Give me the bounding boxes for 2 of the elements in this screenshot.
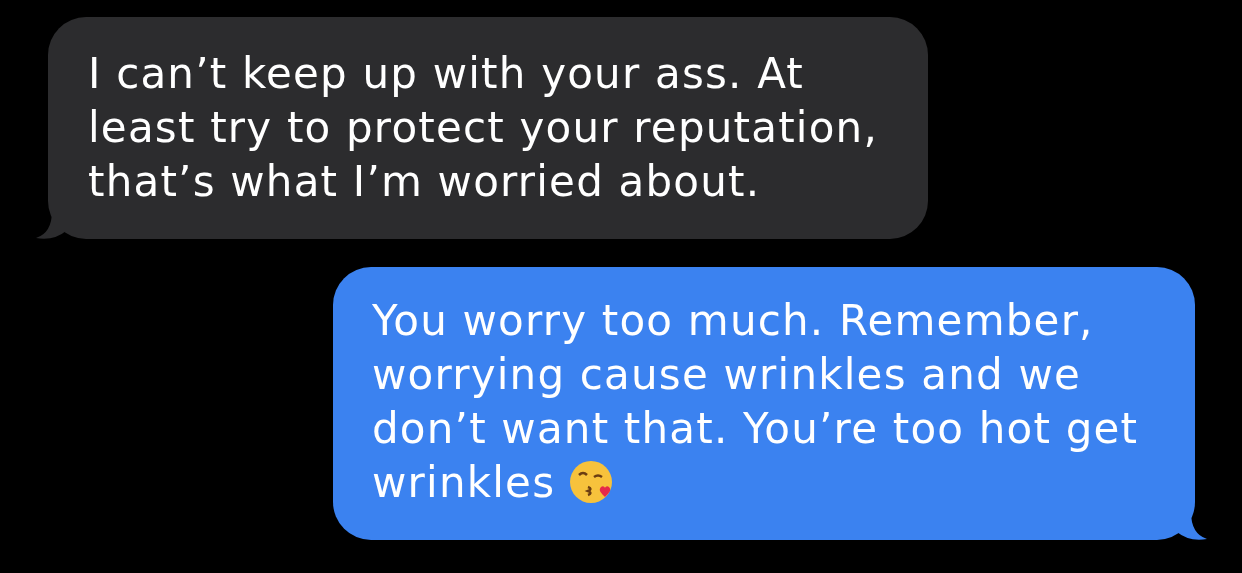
- message-text: You worry too much. Remember, worrying cause wrinkles and we don’t want that. You’re too hot get wrinkles: [372, 296, 1139, 507]
- message-text: I can’t keep up with your ass. At least try to protect your reputation, that’s what I’m worried about.: [88, 49, 878, 206]
